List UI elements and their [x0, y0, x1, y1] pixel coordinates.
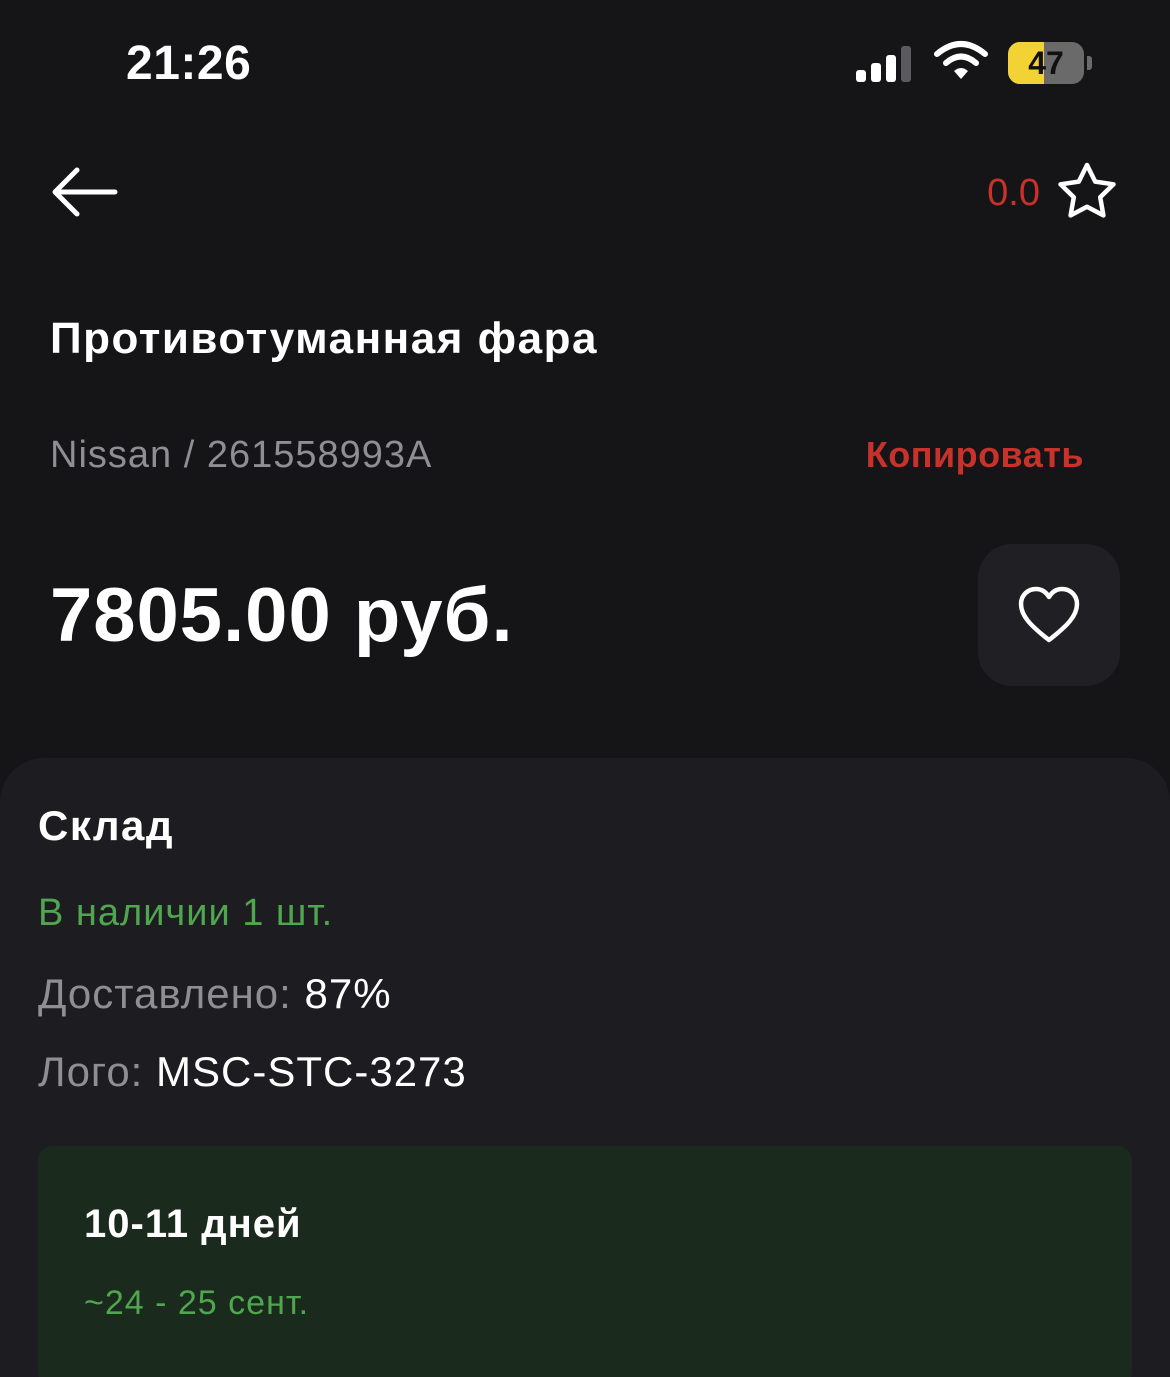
- rating-value: 0.0: [987, 171, 1040, 214]
- delivery-days: 10-11 дней: [84, 1202, 302, 1246]
- logo-value: MSC-STC-3273: [156, 1048, 467, 1095]
- battery-body: 47: [1008, 42, 1084, 84]
- product-title: Противотуманная фара: [50, 314, 598, 363]
- logo-row: Лого: MSC-STC-3273: [38, 1048, 467, 1096]
- delivered-row: Доставлено: 87%: [38, 970, 392, 1018]
- copy-button[interactable]: Копировать: [866, 434, 1084, 476]
- logo-label: Лого:: [38, 1048, 144, 1095]
- warehouse-card: Склад В наличии 1 шт. Доставлено: 87% Ло…: [0, 758, 1170, 1377]
- product-price: 7805.00 руб.: [50, 573, 514, 658]
- wifi-icon: [934, 41, 988, 79]
- back-button[interactable]: [44, 160, 124, 224]
- battery-tip: [1087, 56, 1092, 70]
- battery-indicator: 47: [1008, 42, 1092, 84]
- favorite-button[interactable]: [978, 544, 1120, 686]
- brand-article: Nissan / 261558993A: [50, 434, 433, 476]
- stock-status: В наличии 1 шт.: [38, 892, 334, 934]
- heart-outline-icon: [1018, 586, 1080, 643]
- arrow-left-icon: [52, 167, 118, 217]
- delivery-dates: ~24 - 25 сент.: [84, 1284, 310, 1322]
- star-outline-icon: [1058, 162, 1116, 218]
- delivery-option[interactable]: 10-11 дней ~24 - 25 сент.: [38, 1146, 1132, 1377]
- delivered-label: Доставлено:: [38, 970, 292, 1017]
- battery-level: 47: [1028, 45, 1064, 81]
- warehouse-title: Склад: [38, 802, 175, 849]
- cellular-signal-icon: [856, 46, 911, 82]
- delivered-value: 87%: [304, 970, 392, 1017]
- status-time: 21:26: [126, 37, 252, 90]
- rating-button[interactable]: 0.0: [987, 160, 1120, 226]
- status-bar: 21:26 47: [0, 0, 1170, 130]
